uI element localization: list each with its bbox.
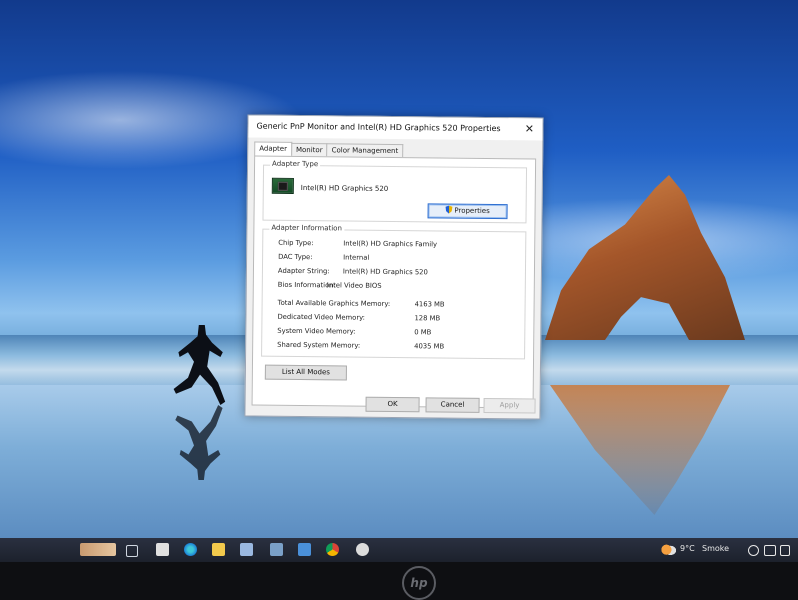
chip-type-label: Chip Type:	[278, 238, 314, 248]
weather-icon[interactable]	[660, 542, 676, 556]
tab-color-management[interactable]: Color Management	[326, 143, 404, 158]
properties-button-label: Properties	[454, 206, 490, 215]
uac-shield-icon	[445, 206, 452, 214]
taskbar: 9°C Smoke	[0, 538, 798, 562]
chip-type-value: Intel(R) HD Graphics Family	[343, 239, 438, 249]
monitor-icon[interactable]	[298, 543, 311, 556]
chrome-icon[interactable]	[326, 543, 339, 556]
system-video-memory-value: 0 MB	[414, 328, 432, 337]
tab-adapter[interactable]: Adapter	[254, 141, 293, 156]
adapter-string-value: Intel(R) HD Graphics 520	[342, 267, 428, 277]
total-memory-label: Total Available Graphics Memory:	[277, 298, 391, 308]
laptop-bezel	[0, 562, 798, 600]
adapter-information-group: Adapter Information Chip Type: Intel(R) …	[261, 223, 527, 360]
bios-information-value: Intel Video BIOS	[326, 281, 382, 290]
display-adapter-properties-dialog: Generic PnP Monitor and Intel(R) HD Grap…	[244, 114, 544, 420]
edge-icon[interactable]	[184, 543, 197, 556]
hp-logo: hp	[402, 566, 436, 600]
shared-memory-value: 4035 MB	[414, 342, 445, 351]
weather-condition[interactable]: Smoke	[702, 544, 729, 553]
store-icon[interactable]	[240, 543, 253, 556]
list-all-modes-button[interactable]: List All Modes	[264, 364, 347, 381]
ok-button[interactable]: OK	[365, 396, 420, 413]
adapter-name: Intel(R) HD Graphics 520	[300, 184, 389, 193]
file-icon[interactable]	[156, 543, 169, 556]
dac-type-value: Internal	[343, 253, 370, 262]
task-view-icon[interactable]	[126, 545, 138, 557]
explorer-icon[interactable]	[212, 543, 225, 556]
notification-icon[interactable]	[780, 545, 790, 556]
adapter-information-label: Adapter Information	[269, 223, 344, 233]
dac-type-label: DAC Type:	[278, 252, 313, 262]
weather-temperature[interactable]: 9°C	[680, 544, 695, 553]
dedicated-memory-label: Dedicated Video Memory:	[277, 312, 365, 322]
wallpaper-rock-arch	[545, 175, 745, 340]
graphics-card-icon	[271, 177, 294, 194]
search-icon[interactable]	[80, 543, 116, 556]
adapter-type-group: Adapter Type Intel(R) HD Graphics 520 Pr…	[262, 159, 528, 224]
apply-button[interactable]: Apply	[483, 397, 536, 414]
adapter-tab-panel: Adapter Type Intel(R) HD Graphics 520 Pr…	[251, 155, 537, 409]
dialog-title: Generic PnP Monitor and Intel(R) HD Grap…	[256, 121, 501, 134]
shared-memory-label: Shared System Memory:	[277, 340, 361, 350]
system-video-memory-label: System Video Memory:	[277, 326, 356, 336]
cancel-button[interactable]: Cancel	[425, 397, 480, 413]
dialog-titlebar[interactable]: Generic PnP Monitor and Intel(R) HD Grap…	[248, 115, 543, 141]
adapter-type-label: Adapter Type	[270, 159, 321, 169]
settings-icon[interactable]	[356, 543, 369, 556]
dedicated-memory-value: 128 MB	[414, 314, 441, 323]
network-icon[interactable]	[748, 545, 759, 556]
adapter-string-label: Adapter String:	[277, 266, 330, 276]
app-icon[interactable]	[270, 543, 283, 556]
total-memory-value: 4163 MB	[414, 300, 445, 309]
battery-icon[interactable]	[764, 545, 776, 556]
close-button[interactable]: ✕	[520, 120, 538, 138]
tab-monitor[interactable]: Monitor	[290, 142, 328, 157]
properties-button[interactable]: Properties	[427, 203, 508, 220]
